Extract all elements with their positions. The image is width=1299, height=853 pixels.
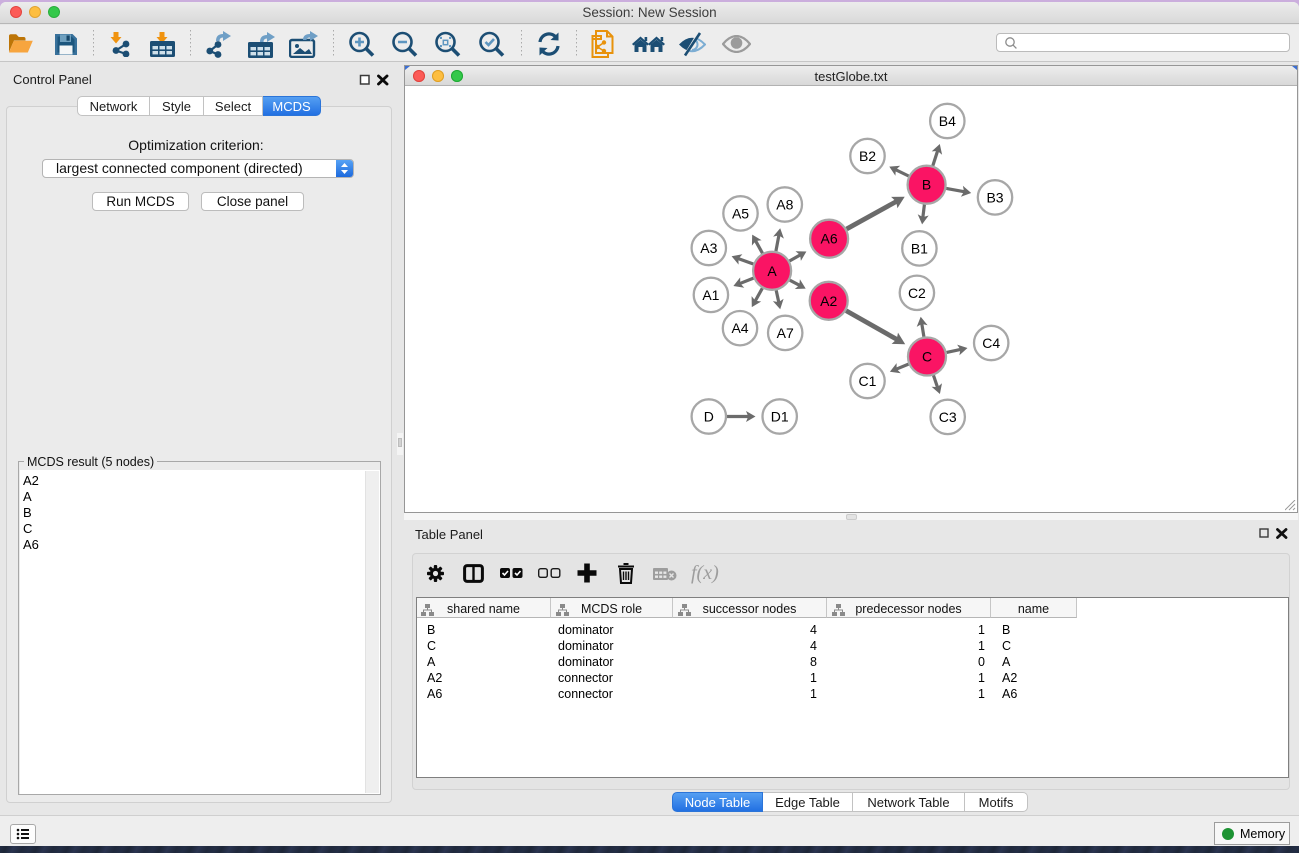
svg-text:B: B bbox=[922, 177, 931, 193]
svg-text:C4: C4 bbox=[982, 335, 1000, 351]
svg-text:A1: A1 bbox=[702, 287, 719, 303]
svg-text:B1: B1 bbox=[911, 240, 928, 256]
svg-text:A6: A6 bbox=[821, 231, 838, 247]
svg-text:D: D bbox=[704, 409, 714, 425]
svg-text:A3: A3 bbox=[700, 240, 717, 256]
svg-text:D1: D1 bbox=[771, 409, 789, 425]
svg-text:B2: B2 bbox=[859, 148, 876, 164]
svg-text:A2: A2 bbox=[820, 293, 837, 309]
svg-text:B3: B3 bbox=[986, 189, 1003, 205]
svg-text:C1: C1 bbox=[859, 373, 877, 389]
svg-text:B4: B4 bbox=[939, 113, 956, 129]
svg-text:A7: A7 bbox=[777, 325, 794, 341]
svg-text:A5: A5 bbox=[732, 205, 749, 221]
svg-text:A4: A4 bbox=[731, 320, 748, 336]
svg-text:C2: C2 bbox=[908, 285, 926, 301]
svg-text:A8: A8 bbox=[776, 197, 793, 213]
svg-text:C: C bbox=[922, 349, 932, 365]
svg-text:C3: C3 bbox=[939, 409, 957, 425]
svg-text:A: A bbox=[767, 263, 777, 279]
